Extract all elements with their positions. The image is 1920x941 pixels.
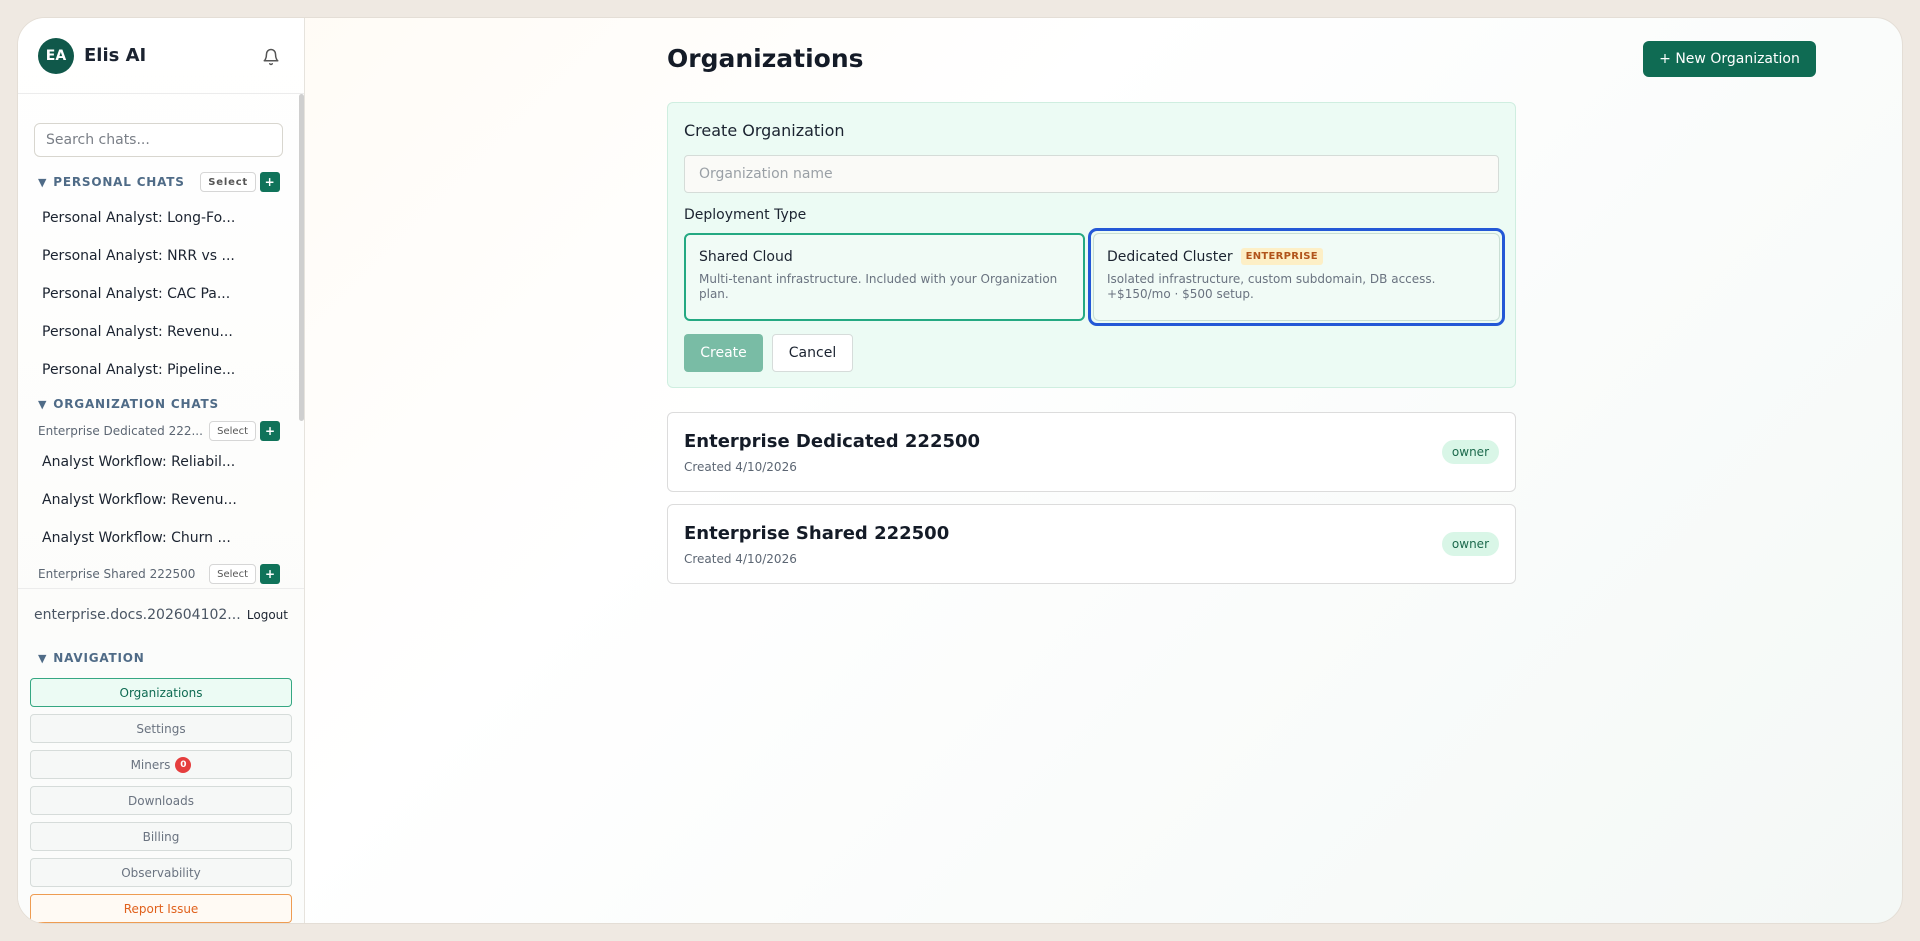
organization-name-input[interactable] xyxy=(684,155,1499,193)
navigation-section: ▼ NAVIGATION Organizations Settings Mine… xyxy=(18,640,304,923)
deployment-type-label: Deployment Type xyxy=(684,207,807,223)
enterprise-badge: ENTERPRISE xyxy=(1240,248,1323,265)
option-name: Dedicated Cluster xyxy=(1107,248,1233,265)
nav-label: Report Issue xyxy=(123,901,199,916)
avatar[interactable]: EA xyxy=(38,37,74,74)
organization-name: Enterprise Shared 222500 xyxy=(684,523,950,544)
create-button[interactable]: Create xyxy=(684,334,763,372)
chat-item[interactable]: Personal Analyst: NRR vs ... xyxy=(42,248,235,264)
nav-downloads[interactable]: Downloads xyxy=(30,786,292,815)
chat-item[interactable]: Personal Analyst: CAC Pa... xyxy=(42,286,230,302)
new-organization-button[interactable]: + New Organization xyxy=(1643,41,1816,77)
chat-item[interactable]: Personal Analyst: Revenu... xyxy=(42,324,233,340)
personal-add-button[interactable]: + xyxy=(260,172,280,192)
org-group-header: Enterprise Shared 222500 Select + xyxy=(38,564,280,584)
organization-chats-header[interactable]: ▼ ORGANIZATION CHATS xyxy=(38,394,280,414)
chat-item[interactable]: Analyst Workflow: Reliabil... xyxy=(42,454,235,470)
chat-item[interactable]: Personal Analyst: Long-Fo... xyxy=(42,210,235,226)
bell-icon[interactable] xyxy=(262,48,280,66)
main-content: Organizations + New Organization Create … xyxy=(305,18,1902,923)
org-select-button[interactable]: Select xyxy=(209,564,256,584)
chat-item[interactable]: Analyst Workflow: Churn ... xyxy=(42,530,231,546)
sidebar-header: EA Elis AI xyxy=(18,18,304,94)
nav-miners[interactable]: Miners 0 xyxy=(30,750,292,779)
nav-label: Observability xyxy=(121,865,201,880)
organization-card[interactable]: Enterprise Shared 222500 Created 4/10/20… xyxy=(667,504,1516,584)
chat-list[interactable]: ▼ PERSONAL CHATS Select + Personal Analy… xyxy=(18,94,304,588)
organization-created-date: Created 4/10/2026 xyxy=(684,460,797,474)
user-email: enterprise.docs.202604102... xyxy=(34,606,241,623)
collapse-triangle-icon[interactable]: ▼ xyxy=(38,652,47,665)
chat-item[interactable]: Analyst Workflow: Revenu... xyxy=(42,492,237,508)
nav-label: Billing xyxy=(142,829,180,844)
app-title: Elis AI xyxy=(84,45,147,66)
navigation-title: NAVIGATION xyxy=(53,651,145,665)
shared-cloud-option[interactable]: Shared Cloud Multi-tenant infrastructure… xyxy=(684,233,1085,321)
nav-label: Settings xyxy=(136,721,186,736)
org-add-button[interactable]: + xyxy=(260,564,280,584)
org-add-button[interactable]: + xyxy=(260,421,280,441)
sidebar-scrollbar[interactable] xyxy=(299,94,304,421)
nav-billing[interactable]: Billing xyxy=(30,822,292,851)
collapse-triangle-icon[interactable]: ▼ xyxy=(38,398,47,411)
personal-chats-header[interactable]: ▼ PERSONAL CHATS Select + xyxy=(38,172,280,192)
sidebar: EA Elis AI ▼ PERSONAL CHATS Select + Per… xyxy=(18,18,305,923)
role-badge: owner xyxy=(1441,440,1499,464)
navigation-header[interactable]: ▼ NAVIGATION xyxy=(38,648,280,668)
option-name: Shared Cloud xyxy=(699,249,793,265)
logout-button[interactable]: Logout xyxy=(247,608,288,622)
nav-observability[interactable]: Observability xyxy=(30,858,292,887)
org-group-name: Enterprise Shared 222500 xyxy=(38,567,196,581)
nav-organizations[interactable]: Organizations xyxy=(30,678,292,707)
organization-card[interactable]: Enterprise Dedicated 222500 Created 4/10… xyxy=(667,412,1516,492)
personal-chats-title: PERSONAL CHATS xyxy=(53,175,185,189)
organization-created-date: Created 4/10/2026 xyxy=(684,552,797,566)
role-badge: owner xyxy=(1441,532,1499,556)
app-window: EA Elis AI ▼ PERSONAL CHATS Select + Per… xyxy=(17,17,1903,924)
nav-settings[interactable]: Settings xyxy=(30,714,292,743)
collapse-triangle-icon[interactable]: ▼ xyxy=(38,176,47,189)
personal-select-button[interactable]: Select xyxy=(200,172,256,192)
nav-report-issue[interactable]: Report Issue xyxy=(30,894,292,923)
page-title: Organizations xyxy=(667,44,864,73)
chat-item[interactable]: Personal Analyst: Pipeline... xyxy=(42,362,235,378)
nav-label: Downloads xyxy=(128,793,194,808)
option-description: Isolated infrastructure, custom subdomai… xyxy=(1107,272,1436,301)
dedicated-cluster-option[interactable]: Dedicated Cluster ENTERPRISE Isolated in… xyxy=(1093,233,1500,321)
nav-label: Organizations xyxy=(119,685,203,700)
create-organization-title: Create Organization xyxy=(684,121,845,140)
miners-count-badge: 0 xyxy=(175,756,192,773)
cancel-button[interactable]: Cancel xyxy=(772,334,853,372)
create-organization-panel: Create Organization Deployment Type Shar… xyxy=(667,102,1516,388)
option-description: Multi-tenant infrastructure. Included wi… xyxy=(699,272,1058,301)
organization-chats-title: ORGANIZATION CHATS xyxy=(53,397,219,411)
org-select-button[interactable]: Select xyxy=(209,421,256,441)
org-group-header: Enterprise Dedicated 222... Select + xyxy=(38,421,280,441)
search-input[interactable] xyxy=(34,123,283,157)
organization-name: Enterprise Dedicated 222500 xyxy=(684,431,981,452)
user-row: enterprise.docs.202604102... Logout xyxy=(18,588,304,640)
nav-label: Miners xyxy=(130,757,171,772)
org-group-name: Enterprise Dedicated 222... xyxy=(38,424,203,438)
